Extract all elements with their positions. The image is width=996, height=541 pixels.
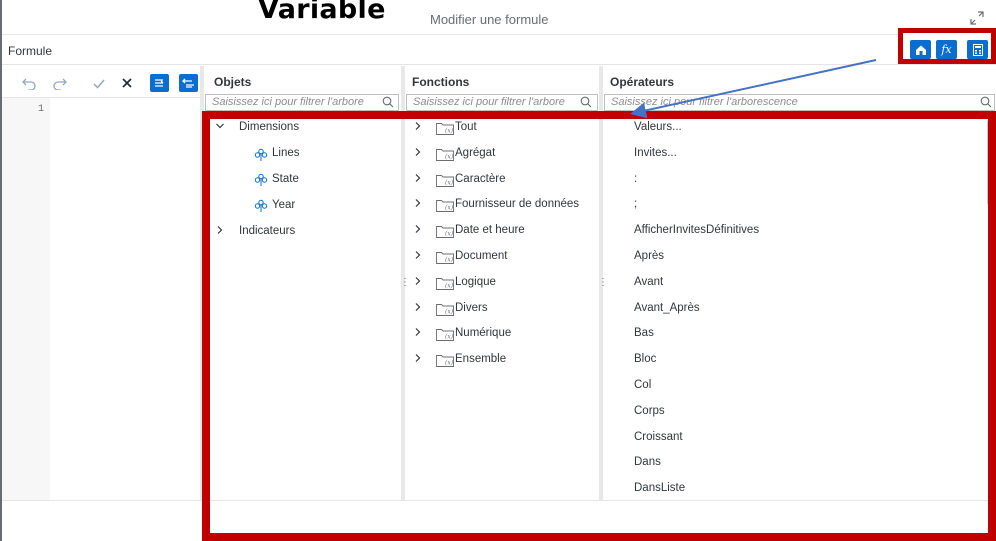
annotation-arrow (630, 59, 877, 119)
